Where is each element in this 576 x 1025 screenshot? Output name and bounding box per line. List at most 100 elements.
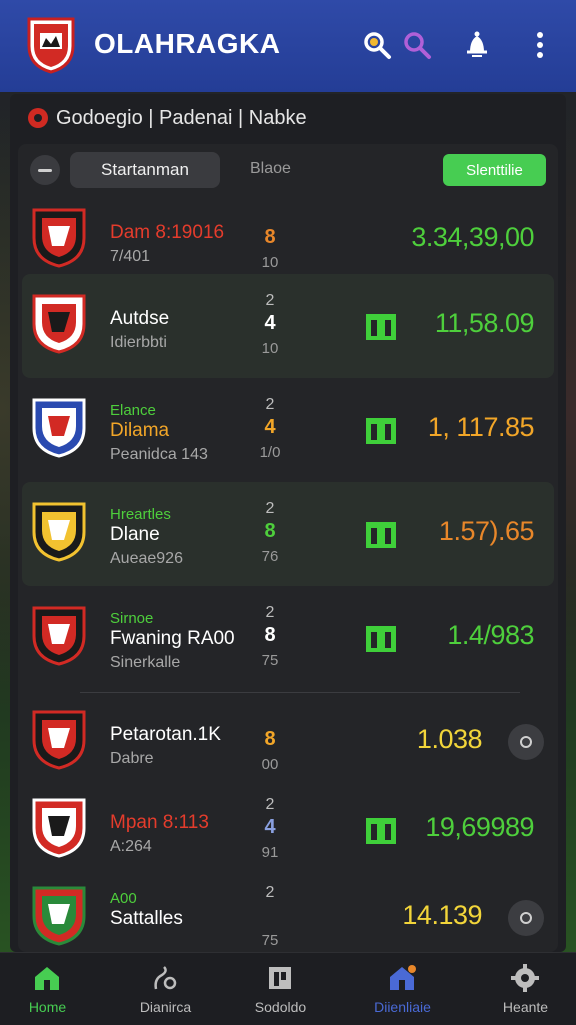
score-value: 8 bbox=[264, 624, 276, 646]
calendar-icon[interactable] bbox=[364, 310, 398, 344]
team-subtitle: Aueae926 bbox=[110, 550, 183, 567]
odds-value[interactable]: 14.139 bbox=[402, 900, 482, 931]
filter-bar: Startanman Blaoe Slenttilie bbox=[28, 152, 548, 192]
section-divider bbox=[80, 692, 520, 693]
team-name: Autdse bbox=[110, 308, 170, 329]
action-button[interactable]: Slenttilie bbox=[443, 154, 546, 186]
team-subtitle: 7/401 bbox=[110, 248, 151, 265]
score-value: 4 bbox=[264, 312, 276, 334]
team-league: Elance bbox=[110, 402, 156, 419]
nav-card[interactable]: Sodoldo bbox=[223, 953, 338, 1025]
team-crest-icon bbox=[32, 886, 86, 946]
score-bottom: 76 bbox=[261, 548, 279, 565]
team-name: Sattalles bbox=[110, 908, 183, 929]
home-icon bbox=[35, 967, 59, 990]
odds-value[interactable]: 3.34,39,00 bbox=[411, 222, 534, 253]
record-icon bbox=[28, 108, 48, 128]
team-name: Dam 8:19016 bbox=[110, 222, 225, 243]
nav-stats[interactable]: Dianirca bbox=[108, 953, 223, 1025]
breadcrumb-text: Godoegio | Padenai | Nabke bbox=[56, 106, 307, 129]
app-header: OLAHRAGKA bbox=[0, 0, 576, 92]
score-value: 4 bbox=[264, 816, 276, 838]
team-subtitle: Dabre bbox=[110, 750, 154, 767]
score-bottom: 75 bbox=[261, 652, 279, 669]
score-bottom: 75 bbox=[261, 932, 279, 949]
team-name: Dlane bbox=[110, 524, 160, 545]
nav-label: Dianirca bbox=[139, 999, 192, 1015]
match-row[interactable]: Sirnoe Fwaning RA00 Sinerkalle 2 8 75 1.4/983 bbox=[22, 586, 554, 690]
score-top: 2 bbox=[265, 796, 275, 813]
team-league: Sirnoe bbox=[110, 610, 154, 627]
more-button[interactable] bbox=[508, 724, 544, 760]
team-crest-icon bbox=[32, 710, 86, 770]
odds-value[interactable]: 11,58.09 bbox=[435, 308, 535, 339]
score-value: 4 bbox=[264, 416, 276, 438]
team-name: Mpan 8:113 bbox=[110, 812, 209, 833]
bottom-navigation: Home Dianirca Sodoldo Diienliaie Heante bbox=[0, 952, 576, 1025]
odds-value[interactable]: 1.038 bbox=[417, 724, 483, 755]
score-value: 8 bbox=[264, 520, 276, 542]
app-title: OLAHRAGKA bbox=[94, 28, 281, 59]
nav-settings[interactable]: Heante bbox=[468, 953, 576, 1025]
score-value: 8 bbox=[264, 728, 276, 750]
match-row[interactable]: Elance Dilama Peanidca 143 2 4 1/0 1, 117.85 bbox=[22, 378, 554, 482]
odds-value[interactable]: 1.57).65 bbox=[439, 516, 535, 547]
nav-label: Heante bbox=[502, 999, 549, 1015]
stats-icon bbox=[154, 966, 177, 990]
score-top: 2 bbox=[265, 604, 275, 621]
team-league: A00 bbox=[110, 890, 137, 907]
filter-tab[interactable]: Blaoe bbox=[250, 160, 291, 178]
score-bottom: 1/0 bbox=[259, 444, 281, 461]
team-crest-icon bbox=[32, 294, 86, 354]
minus-icon bbox=[38, 168, 52, 172]
nav-label: Diienliaie bbox=[374, 999, 431, 1015]
odds-value[interactable]: 1.4/983 bbox=[447, 620, 534, 651]
score-top: 2 bbox=[265, 396, 275, 413]
circle-dot-icon bbox=[520, 736, 532, 748]
team-crest-icon bbox=[32, 798, 86, 858]
alerts-home-icon bbox=[390, 965, 416, 990]
calendar-icon[interactable] bbox=[364, 518, 398, 552]
settings-icon bbox=[511, 964, 539, 992]
team-crest-icon bbox=[32, 208, 86, 268]
search-icon[interactable] bbox=[362, 30, 392, 60]
nav-label: Home bbox=[28, 999, 67, 1015]
more-vert-icon[interactable] bbox=[528, 30, 558, 60]
score-top: 2 bbox=[265, 884, 275, 901]
bell-icon[interactable] bbox=[462, 30, 492, 60]
team-league: Hreartles bbox=[110, 506, 171, 523]
calendar-icon[interactable] bbox=[364, 622, 398, 656]
match-row[interactable]: Autdse Idierbbti 2 4 10 11,58.09 bbox=[22, 274, 554, 378]
team-subtitle: Peanidca 143 bbox=[110, 446, 208, 463]
score-value: 8 bbox=[264, 226, 276, 248]
more-button[interactable] bbox=[508, 900, 544, 936]
team-subtitle: Sinerkalle bbox=[110, 654, 181, 671]
odds-value[interactable]: 1, 117.85 bbox=[428, 412, 535, 443]
score-top: 2 bbox=[265, 292, 275, 309]
team-name: Dilama bbox=[110, 420, 170, 441]
collapse-button[interactable] bbox=[30, 155, 60, 185]
match-row[interactable]: Hreartles Dlane Aueae926 2 8 76 1.57).65 bbox=[22, 482, 554, 586]
card-icon bbox=[269, 967, 291, 989]
score-bottom: 00 bbox=[261, 756, 279, 773]
odds-value[interactable]: 19,69989 bbox=[425, 812, 534, 843]
calendar-icon[interactable] bbox=[364, 814, 398, 848]
score-bottom: 10 bbox=[261, 254, 279, 271]
filter-tab-active[interactable]: Startanman bbox=[70, 152, 220, 188]
team-name: Fwaning RA00 bbox=[110, 628, 235, 649]
team-subtitle: A:264 bbox=[110, 838, 152, 855]
nav-home[interactable]: Home bbox=[0, 953, 105, 1025]
calendar-icon[interactable] bbox=[364, 414, 398, 448]
club-crest-logo[interactable] bbox=[26, 16, 76, 74]
nav-alerts[interactable]: Diienliaie bbox=[345, 953, 460, 1025]
team-subtitle: Idierbbti bbox=[110, 334, 167, 351]
score-bottom: 10 bbox=[261, 340, 279, 357]
score-top: 2 bbox=[265, 500, 275, 517]
team-crest-icon bbox=[32, 502, 86, 562]
team-name: Petarotan.1K bbox=[110, 724, 221, 745]
search-alt-icon[interactable] bbox=[402, 30, 432, 60]
team-crest-icon bbox=[32, 606, 86, 666]
breadcrumb[interactable]: Godoegio | Padenai | Nabke bbox=[28, 104, 307, 132]
score-bottom: 91 bbox=[261, 844, 279, 861]
nav-label: Sodoldo bbox=[254, 999, 307, 1015]
